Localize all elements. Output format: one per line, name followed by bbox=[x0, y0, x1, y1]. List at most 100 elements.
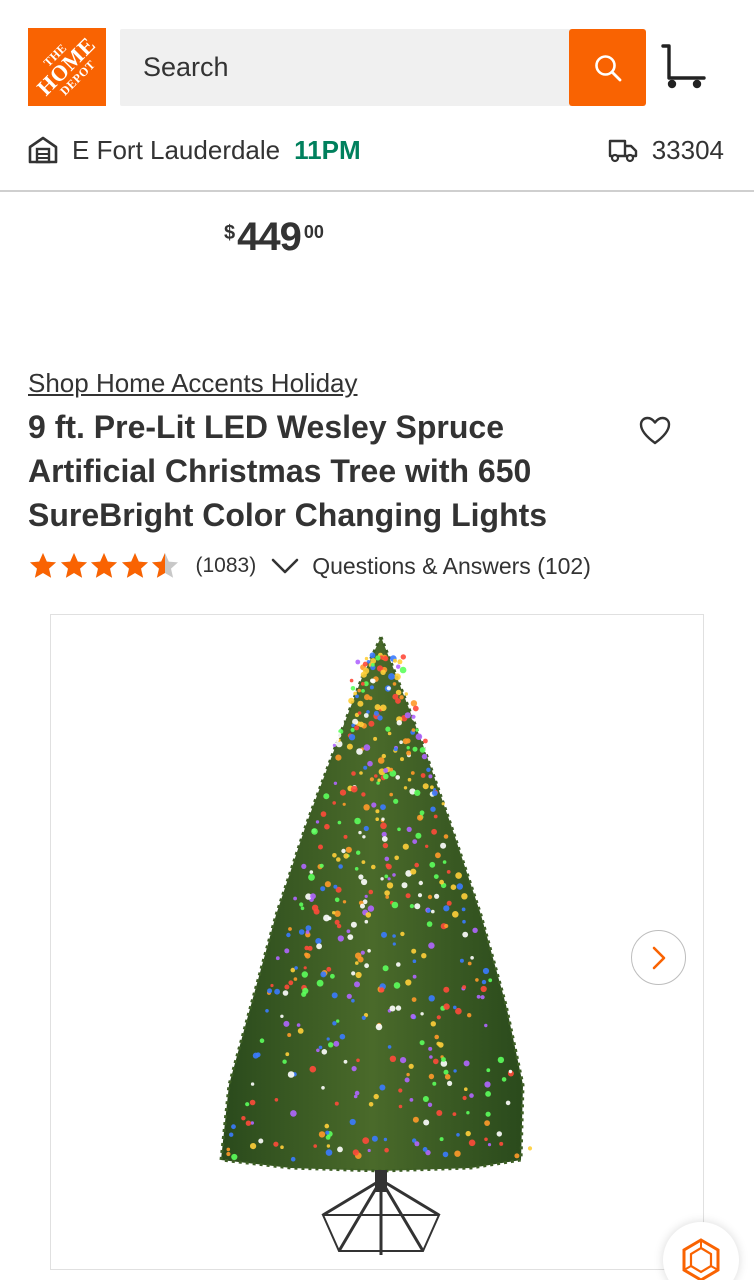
tree-light bbox=[393, 658, 397, 663]
tree-light bbox=[427, 894, 433, 900]
search-input[interactable] bbox=[120, 29, 569, 106]
tree-light bbox=[358, 721, 364, 728]
carousel-next-button[interactable] bbox=[631, 930, 686, 985]
tree-light bbox=[402, 843, 409, 850]
tree-light bbox=[362, 661, 368, 667]
tree-light bbox=[396, 962, 401, 967]
tree-light bbox=[363, 804, 370, 811]
tree-light bbox=[527, 1146, 533, 1151]
tree-light bbox=[476, 994, 481, 999]
tree-light bbox=[481, 979, 487, 985]
tree-light bbox=[369, 777, 374, 782]
tree-light bbox=[386, 686, 391, 691]
tree-light bbox=[348, 734, 356, 741]
star-rating[interactable] bbox=[28, 551, 181, 581]
tree-light bbox=[387, 877, 391, 881]
tree-light bbox=[435, 852, 441, 859]
tree-light bbox=[380, 877, 384, 881]
search-button[interactable] bbox=[569, 29, 646, 106]
tree-light bbox=[336, 857, 341, 862]
tree-light bbox=[393, 747, 398, 752]
tree-light bbox=[411, 728, 416, 732]
tree-light bbox=[387, 731, 392, 736]
favorite-button[interactable] bbox=[638, 414, 672, 448]
tree-light bbox=[446, 870, 451, 874]
tree-light bbox=[375, 817, 380, 821]
tree-light bbox=[337, 935, 344, 942]
tree-light bbox=[430, 785, 434, 790]
tree-light bbox=[334, 910, 341, 917]
home-depot-logo[interactable]: THE HOME DEPOT bbox=[28, 28, 106, 106]
tree-light bbox=[351, 998, 355, 1003]
tree-light bbox=[414, 1141, 420, 1147]
tree-light bbox=[425, 844, 429, 848]
tree-light bbox=[459, 958, 464, 963]
tree-light bbox=[373, 1093, 379, 1100]
tree-light bbox=[361, 792, 366, 797]
tree-light bbox=[428, 942, 435, 949]
tree-light bbox=[430, 1021, 436, 1027]
questions-answers-link[interactable]: Questions & Answers (102) bbox=[312, 553, 591, 580]
logo-wordmark: THE HOME DEPOT bbox=[28, 28, 106, 106]
tree-light bbox=[487, 1143, 492, 1147]
tree-light bbox=[382, 965, 389, 972]
tree-light bbox=[446, 900, 452, 906]
heart-icon bbox=[639, 416, 671, 445]
tree-light bbox=[351, 723, 355, 728]
tree-light bbox=[410, 868, 417, 875]
store-selector[interactable]: E Fort Lauderdale 11PM bbox=[28, 130, 361, 170]
tree-light bbox=[389, 792, 394, 797]
tree-light bbox=[250, 1082, 255, 1086]
cart-button[interactable] bbox=[660, 42, 708, 92]
tree-light bbox=[226, 1151, 231, 1157]
tree-light bbox=[430, 806, 436, 812]
tree-light bbox=[426, 767, 431, 772]
tree-light bbox=[332, 911, 336, 915]
brand-link[interactable]: Shop Home Accents Holiday bbox=[28, 368, 358, 399]
delivery-truck-icon bbox=[608, 139, 637, 163]
tree-light bbox=[440, 842, 447, 849]
tree-light bbox=[411, 714, 416, 719]
tree-light bbox=[371, 864, 376, 870]
store-icon bbox=[28, 136, 58, 164]
tree-light bbox=[406, 750, 412, 756]
tree-light bbox=[364, 963, 369, 969]
tree-light bbox=[326, 1144, 331, 1148]
tree-light bbox=[342, 802, 346, 806]
tree-light bbox=[351, 771, 356, 776]
tree-light bbox=[231, 1124, 236, 1130]
review-count[interactable]: (1083) bbox=[196, 554, 257, 578]
tree-light bbox=[455, 1007, 462, 1015]
delivery-zip-selector[interactable]: 33304 bbox=[608, 130, 724, 170]
product-image-carousel[interactable] bbox=[50, 614, 704, 1270]
tree-light bbox=[363, 744, 371, 751]
tree-light bbox=[398, 1088, 403, 1093]
tree-light bbox=[391, 901, 399, 909]
tree-light bbox=[351, 1066, 357, 1072]
tree-light bbox=[363, 765, 368, 770]
tree-light bbox=[285, 1052, 290, 1057]
chevron-down-icon[interactable] bbox=[270, 555, 300, 577]
star-icon bbox=[91, 553, 117, 578]
tree-light bbox=[313, 1144, 318, 1148]
tree-light bbox=[461, 893, 468, 900]
tree-light bbox=[441, 802, 445, 806]
tree-light bbox=[429, 1055, 433, 1059]
tree-light bbox=[280, 1014, 284, 1018]
tree-light bbox=[315, 820, 320, 824]
tree-light bbox=[368, 889, 374, 895]
tree-light bbox=[386, 882, 394, 889]
tree-light bbox=[337, 820, 342, 825]
tree-light bbox=[480, 985, 487, 993]
tree-light bbox=[475, 978, 479, 982]
tree-light bbox=[508, 1069, 513, 1074]
tree-light bbox=[351, 672, 359, 680]
tree-light bbox=[436, 1110, 443, 1116]
tree-light bbox=[333, 781, 338, 785]
tree-light bbox=[323, 914, 330, 922]
tree-light bbox=[294, 966, 298, 970]
tree-light bbox=[426, 921, 433, 927]
tree-light bbox=[428, 995, 435, 1002]
tree-light bbox=[356, 1058, 360, 1063]
tree-light bbox=[362, 835, 366, 839]
